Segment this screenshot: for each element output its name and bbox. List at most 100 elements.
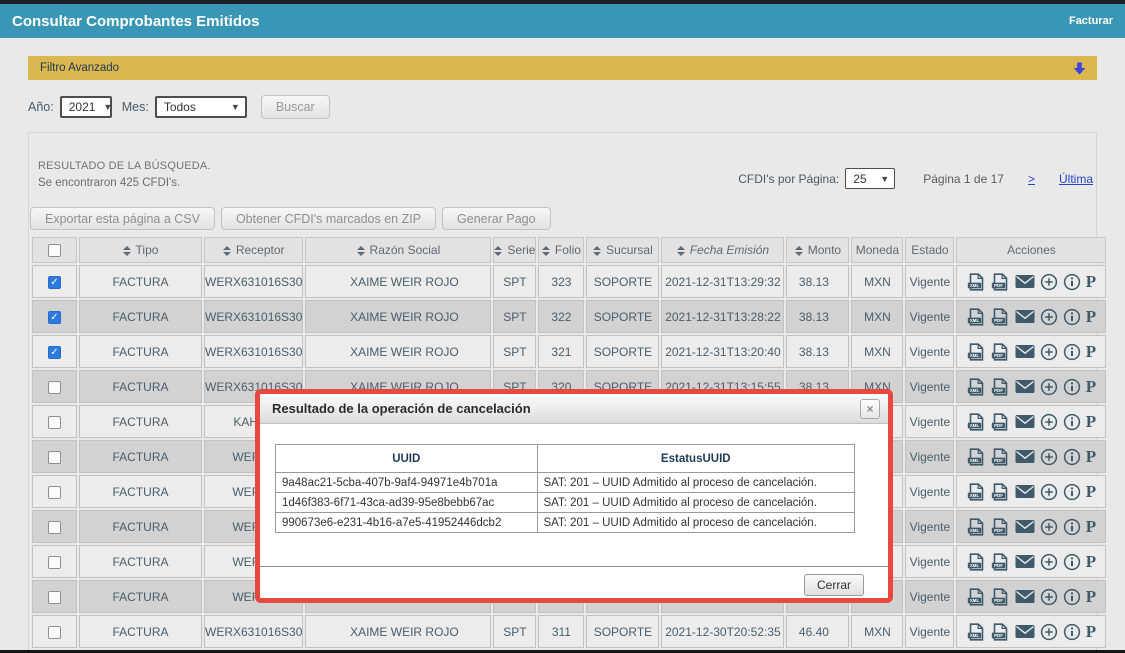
email-envelope-icon[interactable]	[1015, 309, 1035, 324]
info-circle-icon[interactable]	[1063, 273, 1081, 291]
info-circle-icon[interactable]	[1063, 518, 1081, 536]
export-csv-button[interactable]: Exportar esta página a CSV	[30, 207, 215, 230]
xml-document-icon[interactable]: XML	[967, 413, 986, 431]
pago-p-icon[interactable]: P	[1086, 482, 1096, 502]
row-checkbox[interactable]: ✓	[48, 311, 61, 324]
add-circle-icon[interactable]	[1040, 273, 1058, 291]
row-checkbox[interactable]	[48, 521, 61, 534]
add-circle-icon[interactable]	[1040, 378, 1058, 396]
pdf-document-icon[interactable]: PDF	[991, 448, 1010, 466]
column-header-fecha-emisi-n[interactable]: Fecha Emisión	[661, 237, 784, 263]
row-checkbox[interactable]: ✓	[48, 346, 61, 359]
add-circle-icon[interactable]	[1040, 308, 1058, 326]
xml-document-icon[interactable]: XML	[967, 378, 986, 396]
xml-document-icon[interactable]: XML	[967, 343, 986, 361]
pdf-document-icon[interactable]: PDF	[991, 518, 1010, 536]
generar-pago-button[interactable]: Generar Pago	[442, 207, 551, 230]
email-envelope-icon[interactable]	[1015, 589, 1035, 604]
pdf-document-icon[interactable]: PDF	[991, 343, 1010, 361]
row-checkbox[interactable]	[48, 486, 61, 499]
email-envelope-icon[interactable]	[1015, 554, 1035, 569]
xml-document-icon[interactable]: XML	[967, 308, 986, 326]
add-circle-icon[interactable]	[1040, 343, 1058, 361]
email-envelope-icon[interactable]	[1015, 379, 1035, 394]
pago-p-icon[interactable]: P	[1086, 272, 1096, 292]
cerrar-button[interactable]: Cerrar	[804, 574, 864, 596]
pago-p-icon[interactable]: P	[1086, 552, 1096, 572]
pago-p-icon[interactable]: P	[1086, 342, 1096, 362]
email-envelope-icon[interactable]	[1015, 519, 1035, 534]
xml-document-icon[interactable]: XML	[967, 273, 986, 291]
email-envelope-icon[interactable]	[1015, 344, 1035, 359]
pdf-document-icon[interactable]: PDF	[991, 483, 1010, 501]
info-circle-icon[interactable]	[1063, 448, 1081, 466]
add-circle-icon[interactable]	[1040, 413, 1058, 431]
pdf-document-icon[interactable]: PDF	[991, 273, 1010, 291]
email-envelope-icon[interactable]	[1015, 624, 1035, 639]
info-circle-icon[interactable]	[1063, 623, 1081, 641]
pdf-document-icon[interactable]: PDF	[991, 378, 1010, 396]
info-circle-icon[interactable]	[1063, 483, 1081, 501]
xml-document-icon[interactable]: XML	[967, 588, 986, 606]
email-envelope-icon[interactable]	[1015, 274, 1035, 289]
xml-document-icon[interactable]: XML	[967, 518, 986, 536]
buscar-button[interactable]: Buscar	[261, 95, 330, 119]
pago-p-icon[interactable]: P	[1086, 517, 1096, 537]
facturar-link[interactable]: Facturar	[1069, 15, 1113, 27]
add-circle-icon[interactable]	[1040, 448, 1058, 466]
modal-close-icon[interactable]: ×	[860, 399, 880, 419]
last-page-link[interactable]: Última	[1059, 172, 1093, 186]
add-circle-icon[interactable]	[1040, 588, 1058, 606]
xml-document-icon[interactable]: XML	[967, 483, 986, 501]
info-circle-icon[interactable]	[1063, 588, 1081, 606]
month-select[interactable]: Todos ▼	[155, 96, 247, 118]
collapse-down-arrow-icon[interactable]	[1072, 61, 1087, 76]
row-checkbox[interactable]	[48, 416, 61, 429]
email-envelope-icon[interactable]	[1015, 484, 1035, 499]
row-checkbox[interactable]	[48, 626, 61, 639]
add-circle-icon[interactable]	[1040, 623, 1058, 641]
pago-p-icon[interactable]: P	[1086, 412, 1096, 432]
pdf-document-icon[interactable]: PDF	[991, 308, 1010, 326]
column-header-tipo[interactable]: Tipo	[79, 237, 202, 263]
xml-document-icon[interactable]: XML	[967, 448, 986, 466]
pdf-document-icon[interactable]: PDF	[991, 588, 1010, 606]
select-all-checkbox[interactable]	[48, 244, 61, 257]
add-circle-icon[interactable]	[1040, 553, 1058, 571]
column-header-receptor[interactable]: Receptor	[204, 237, 303, 263]
add-circle-icon[interactable]	[1040, 483, 1058, 501]
next-page-link[interactable]: >	[1028, 172, 1035, 186]
column-header-serie[interactable]: Serie	[493, 237, 536, 263]
pago-p-icon[interactable]: P	[1086, 307, 1096, 327]
xml-document-icon[interactable]: XML	[967, 623, 986, 641]
email-envelope-icon[interactable]	[1015, 414, 1035, 429]
pdf-document-icon[interactable]: PDF	[991, 553, 1010, 571]
info-circle-icon[interactable]	[1063, 343, 1081, 361]
xml-document-icon[interactable]: XML	[967, 553, 986, 571]
row-checkbox[interactable]	[48, 451, 61, 464]
pdf-document-icon[interactable]: PDF	[991, 623, 1010, 641]
advanced-filter-bar[interactable]: Filtro Avanzado	[28, 56, 1097, 80]
row-checkbox[interactable]	[48, 591, 61, 604]
pago-p-icon[interactable]: P	[1086, 587, 1096, 607]
column-header-raz-n-social[interactable]: Razón Social	[305, 237, 491, 263]
row-checkbox[interactable]	[48, 381, 61, 394]
pdf-document-icon[interactable]: PDF	[991, 413, 1010, 431]
info-circle-icon[interactable]	[1063, 553, 1081, 571]
row-checkbox[interactable]	[48, 556, 61, 569]
info-circle-icon[interactable]	[1063, 378, 1081, 396]
row-checkbox[interactable]: ✓	[48, 276, 61, 289]
pago-p-icon[interactable]: P	[1086, 622, 1096, 642]
info-circle-icon[interactable]	[1063, 413, 1081, 431]
download-zip-button[interactable]: Obtener CFDI's marcados en ZIP	[221, 207, 436, 230]
per-page-select[interactable]: 25 ▼	[845, 168, 895, 189]
select-all-checkbox-header[interactable]	[32, 237, 77, 263]
column-header-folio[interactable]: Folio	[538, 237, 584, 263]
column-header-monto[interactable]: Monto	[786, 237, 849, 263]
info-circle-icon[interactable]	[1063, 308, 1081, 326]
column-header-sucursal[interactable]: Sucursal	[586, 237, 659, 263]
add-circle-icon[interactable]	[1040, 518, 1058, 536]
pago-p-icon[interactable]: P	[1086, 447, 1096, 467]
email-envelope-icon[interactable]	[1015, 449, 1035, 464]
pago-p-icon[interactable]: P	[1086, 377, 1096, 397]
